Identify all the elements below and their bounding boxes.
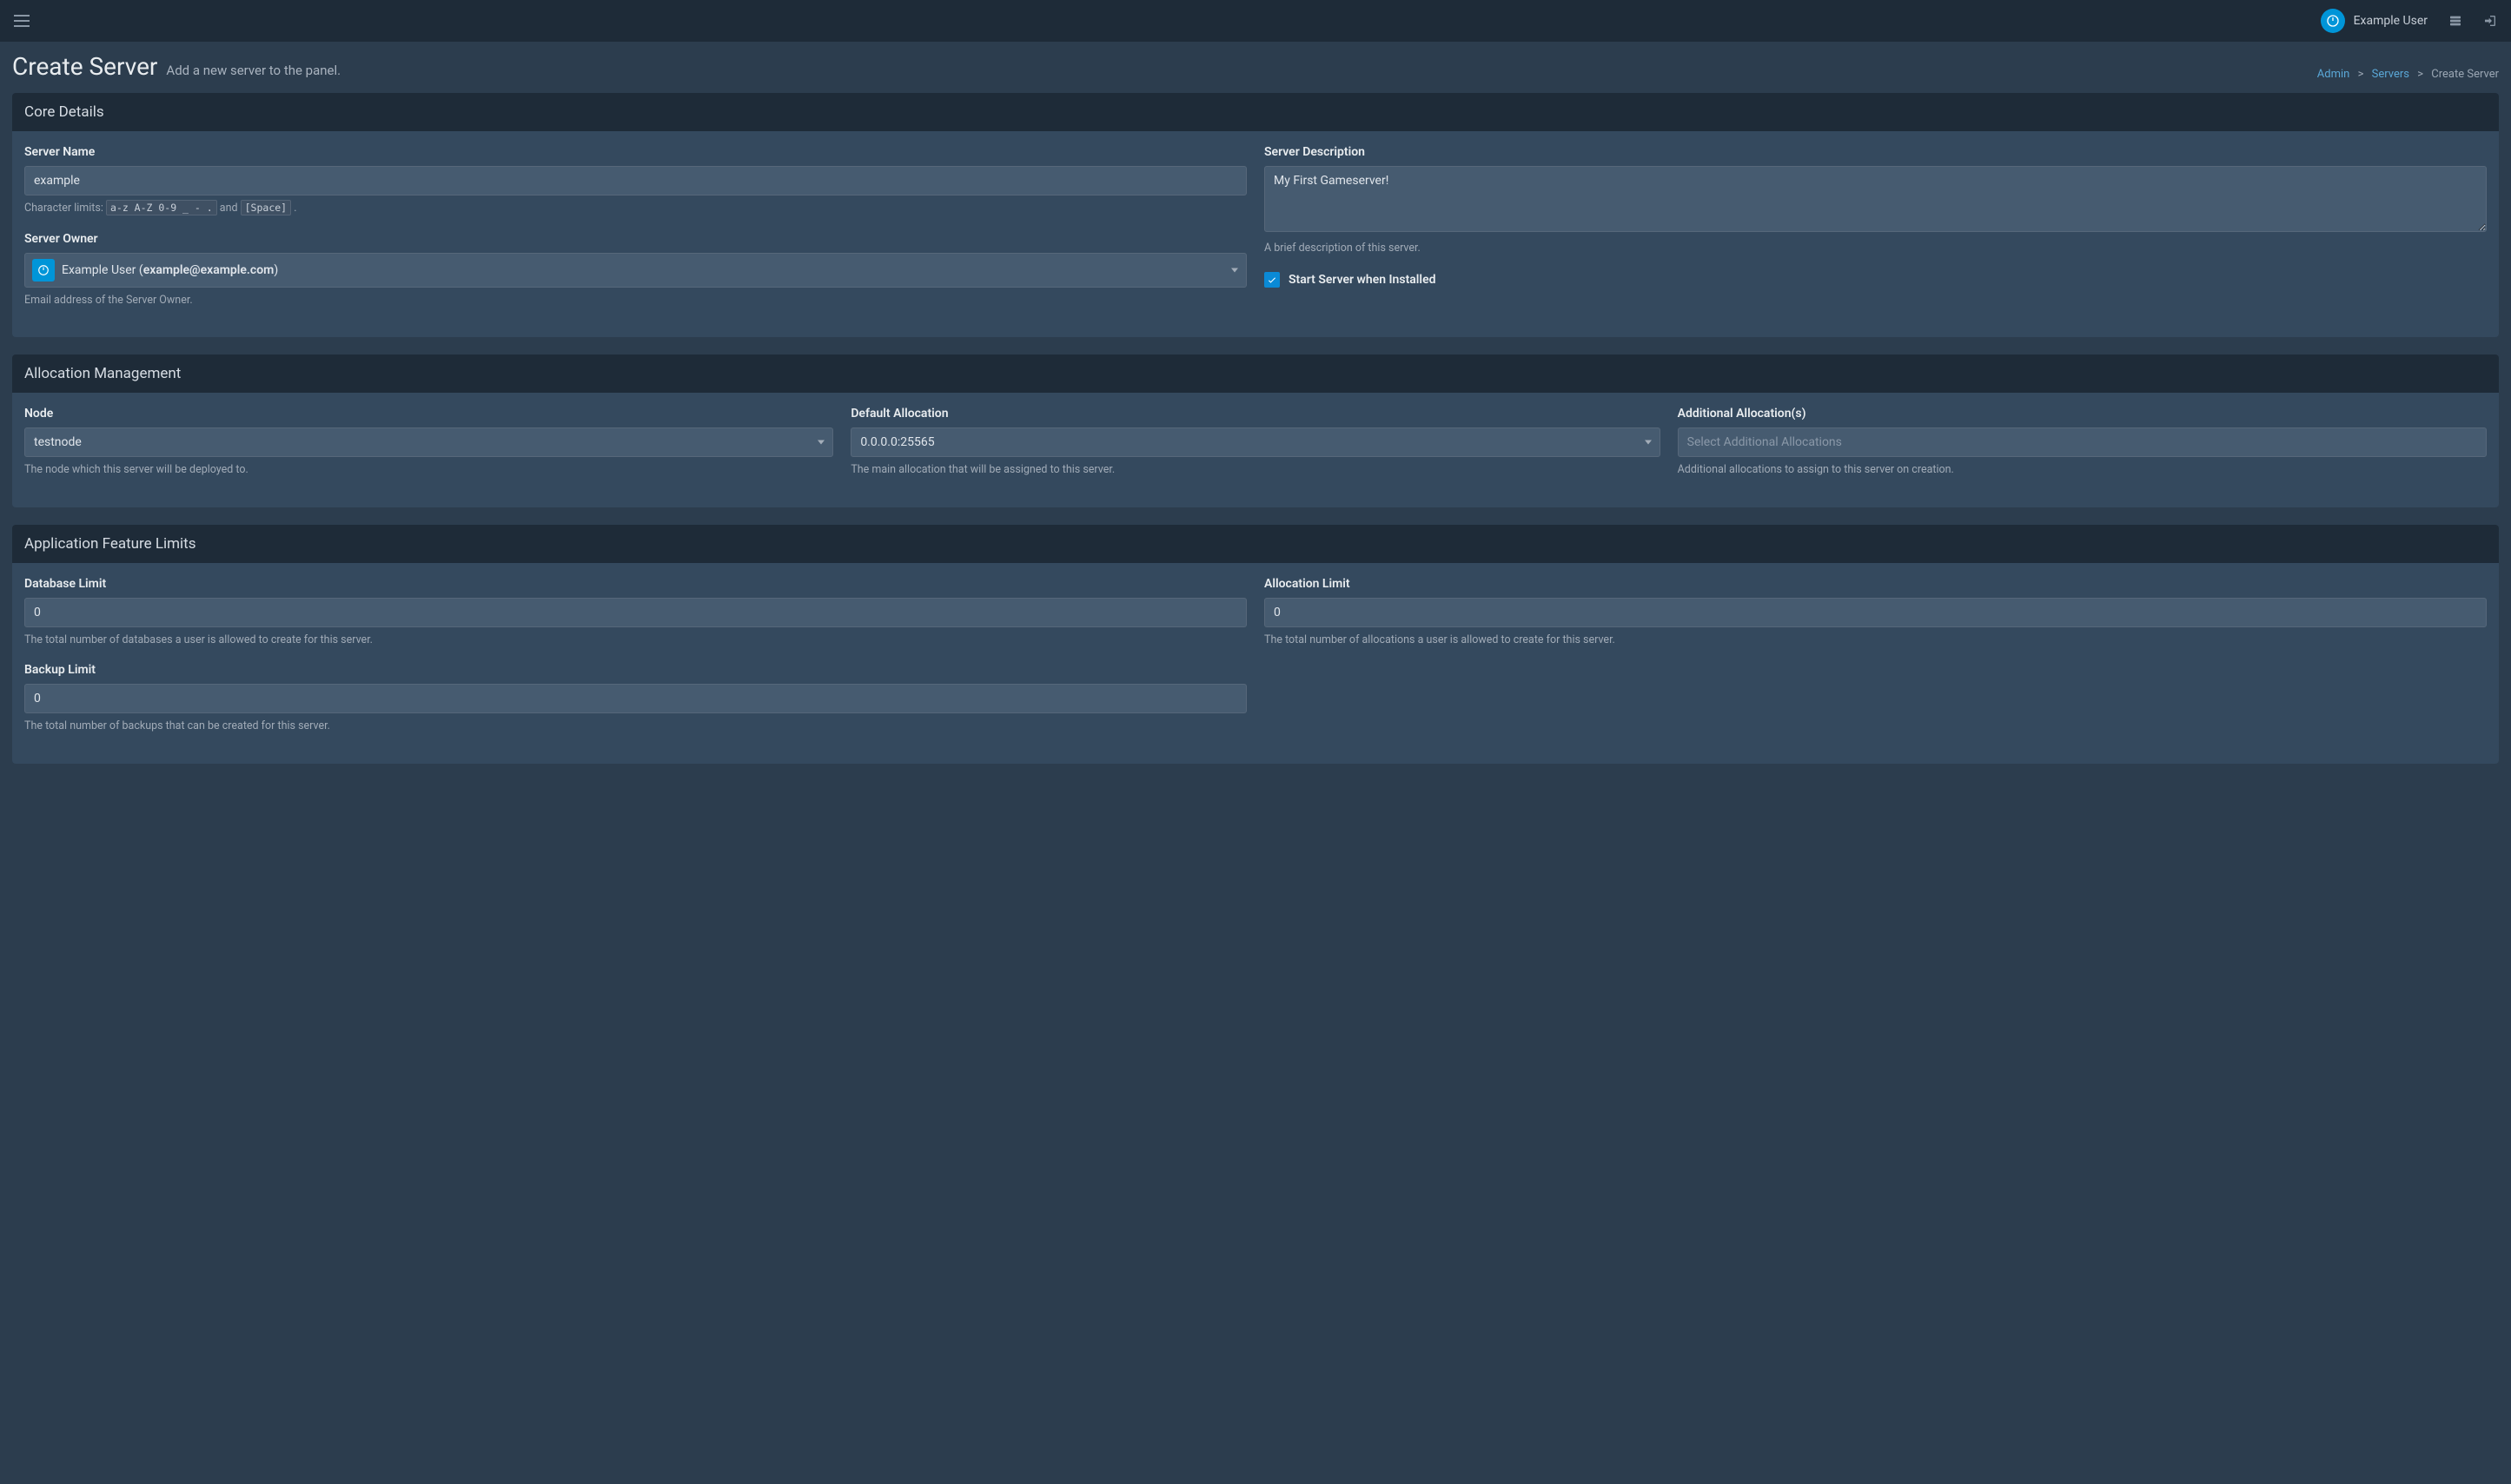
menu-toggle-icon[interactable] [14,15,30,27]
owner-avatar-icon [32,259,55,282]
backup-limit-label: Backup Limit [24,663,1247,677]
allocation-limit-input[interactable] [1264,598,2487,627]
page-header: Create Server Add a new server to the pa… [12,52,2499,81]
server-desc-help: A brief description of this server. [1264,241,2487,256]
server-owner-label: Server Owner [24,232,1247,246]
server-desc-input[interactable] [1264,166,2487,232]
core-details-panel: Core Details Server Name Character limit… [12,93,2499,337]
user-avatar [2321,9,2345,33]
server-owner-value: Example User (example@example.com) [62,263,278,277]
allocation-header: Allocation Management [12,354,2499,393]
default-alloc-select[interactable]: 0.0.0.0:25565 [851,427,1660,457]
allocation-limit-help: The total number of allocations a user i… [1264,633,2487,648]
additional-alloc-placeholder: Select Additional Allocations [1687,435,1842,449]
chevron-down-icon [1645,441,1652,445]
core-details-header: Core Details [12,93,2499,131]
backup-limit-help: The total number of backups that can be … [24,719,1247,734]
server-owner-help: Email address of the Server Owner. [24,293,1247,308]
node-value: testnode [34,435,82,449]
breadcrumb-servers[interactable]: Servers [2372,68,2409,81]
backup-limit-input[interactable] [24,684,1247,713]
additional-alloc-select[interactable]: Select Additional Allocations [1678,427,2487,457]
breadcrumb-current: Create Server [2431,68,2499,81]
user-name: Example User [2354,14,2428,28]
node-help: The node which this server will be deplo… [24,462,833,478]
server-name-label: Server Name [24,145,1247,159]
logout-icon[interactable] [2483,14,2497,28]
additional-alloc-help: Additional allocations to assign to this… [1678,462,2487,478]
server-name-help: Character limits: a-z A-Z 0-9 _ - . and … [24,201,1247,216]
breadcrumb: Admin > Servers > Create Server [2317,68,2499,81]
default-alloc-help: The main allocation that will be assigne… [851,462,1660,478]
feature-limits-header: Application Feature Limits [12,525,2499,563]
page-subtitle: Add a new server to the panel. [166,63,341,78]
database-limit-help: The total number of databases a user is … [24,633,1247,648]
node-label: Node [24,407,833,421]
server-owner-select[interactable]: Example User (example@example.com) [24,253,1247,288]
breadcrumb-admin[interactable]: Admin [2317,68,2350,81]
admin-settings-icon[interactable] [2448,14,2462,28]
start-when-installed-label: Start Server when Installed [1289,273,1435,287]
chevron-down-icon [1231,268,1238,272]
current-user[interactable]: Example User [2321,9,2428,33]
additional-alloc-label: Additional Allocation(s) [1678,407,2487,421]
feature-limits-panel: Application Feature Limits Database Limi… [12,525,2499,764]
topbar: Example User [0,0,2511,42]
node-select[interactable]: testnode [24,427,833,457]
chevron-down-icon [818,441,825,445]
default-alloc-value: 0.0.0.0:25565 [860,435,934,449]
start-when-installed-checkbox[interactable] [1264,272,1280,288]
server-name-input[interactable] [24,166,1247,195]
database-limit-label: Database Limit [24,577,1247,591]
allocation-panel: Allocation Management Node testnode The … [12,354,2499,507]
database-limit-input[interactable] [24,598,1247,627]
page-title: Create Server [12,52,157,81]
default-alloc-label: Default Allocation [851,407,1660,421]
allocation-limit-label: Allocation Limit [1264,577,2487,591]
server-desc-label: Server Description [1264,145,2487,159]
